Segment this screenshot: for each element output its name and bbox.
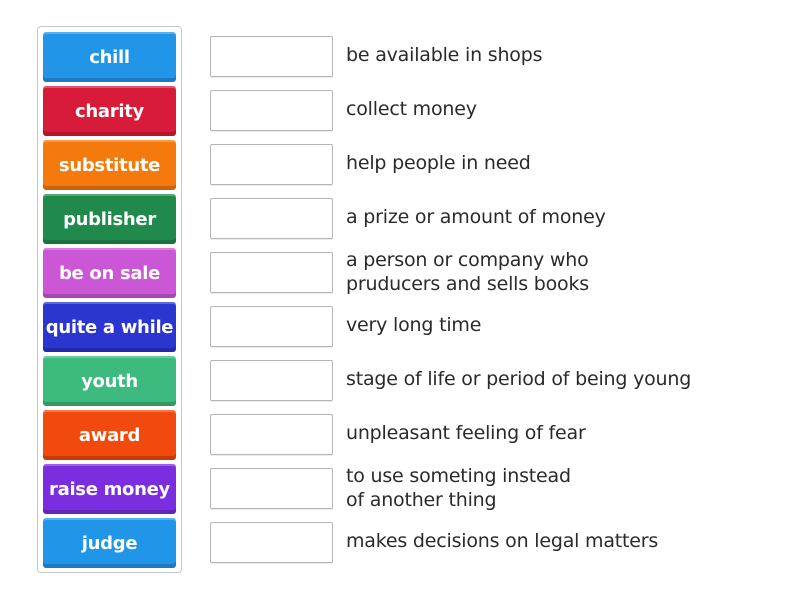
definition-text: makes decisions on legal matters [346,530,659,552]
definition-text: help people in need [346,152,531,174]
answer-tile[interactable]: award [43,410,176,460]
answer-tile[interactable]: be on sale [43,248,176,298]
answer-tile[interactable]: publisher [43,194,176,244]
drop-slot[interactable] [210,360,333,401]
definition-text: to use someting instead of another thing [346,465,571,511]
drop-slot[interactable] [210,468,333,509]
definition-text: be available in shops [346,44,543,66]
drop-slot[interactable] [210,36,333,77]
definition-text: a prize or amount of money [346,206,606,228]
drop-slot[interactable] [210,252,333,293]
answer-tile[interactable]: judge [43,518,176,568]
drop-slot[interactable] [210,90,333,131]
answer-tile[interactable]: chill [43,32,176,82]
definition-text: stage of life or period of being young [346,368,692,390]
drop-slot[interactable] [210,198,333,239]
answer-tile[interactable]: raise money [43,464,176,514]
drop-slot[interactable] [210,522,333,563]
definition-text: a person or company who pruducers and se… [346,249,589,295]
answer-tile[interactable]: substitute [43,140,176,190]
answer-tile[interactable]: charity [43,86,176,136]
answer-tile[interactable]: youth [43,356,176,406]
definition-text: very long time [346,314,482,336]
drop-slot[interactable] [210,414,333,455]
drop-slot[interactable] [210,306,333,347]
drop-slot[interactable] [210,144,333,185]
definition-text: collect money [346,98,477,120]
definition-text: unpleasant feeling of fear [346,422,586,444]
answer-tile[interactable]: quite a while [43,302,176,352]
